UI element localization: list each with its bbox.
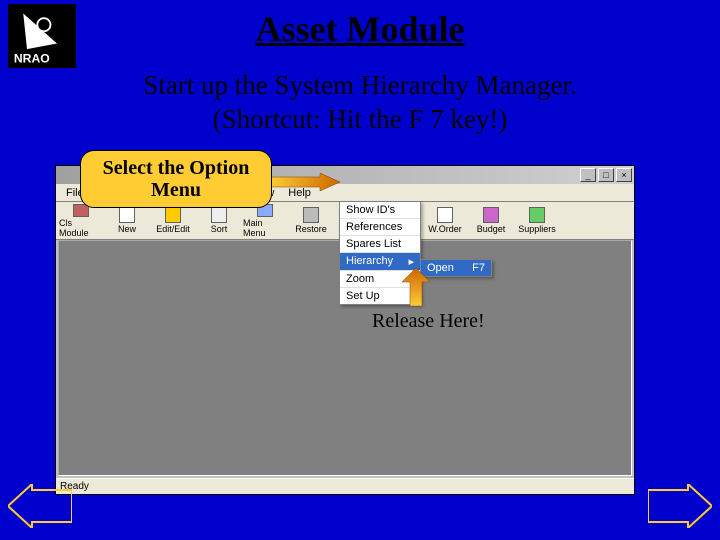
prev-slide-button[interactable] [8,484,72,528]
submenu-arrow-icon: ▸ [408,255,414,268]
new-icon [119,207,135,223]
budget-icon [483,207,499,223]
slide-subtitle-1: Start up the System Hierarchy Manager. [0,70,720,101]
edit-icon [165,207,181,223]
sort-icon [211,207,227,223]
toolbar-worder[interactable]: W.Order [423,204,467,238]
toolbar-sort[interactable]: Sort [197,204,241,238]
dropdown-spares-list[interactable]: Spares List [340,236,420,253]
next-slide-button[interactable] [648,484,712,528]
toolbar-edit[interactable]: Edit/Edit [151,204,195,238]
release-label: Release Here! [372,310,485,333]
toolbar-new[interactable]: New [105,204,149,238]
toolbar-cls-module[interactable]: Cls Module [59,204,103,238]
maximize-button[interactable]: □ [598,168,614,182]
svg-text:NRAO: NRAO [14,51,50,65]
arrow-to-open-icon [400,268,432,306]
toolbar-mainmenu[interactable]: Main Menu [243,204,287,238]
dropdown-show-ids[interactable]: Show ID's [340,202,420,219]
toolbar-suppliers[interactable]: Suppliers [515,204,559,238]
worder-icon [437,207,453,223]
close-button[interactable]: × [616,168,632,182]
toolbar-budget[interactable]: Budget [469,204,513,238]
arrow-to-options-icon [270,173,340,191]
toolbar-restore[interactable]: Restore [289,204,333,238]
asset-module-window: _ □ × File Edit Reports Options Window H… [55,165,635,495]
slide-subtitle-2: (Shortcut: Hit the F 7 key!) [0,104,720,135]
statusbar: Ready [56,478,634,494]
callout-select-option: Select the Option Menu [80,150,272,208]
suppliers-icon [529,207,545,223]
restore-icon [303,207,319,223]
minimize-button[interactable]: _ [580,168,596,182]
dropdown-references[interactable]: References [340,219,420,236]
slide-title: Asset Module [0,8,720,50]
